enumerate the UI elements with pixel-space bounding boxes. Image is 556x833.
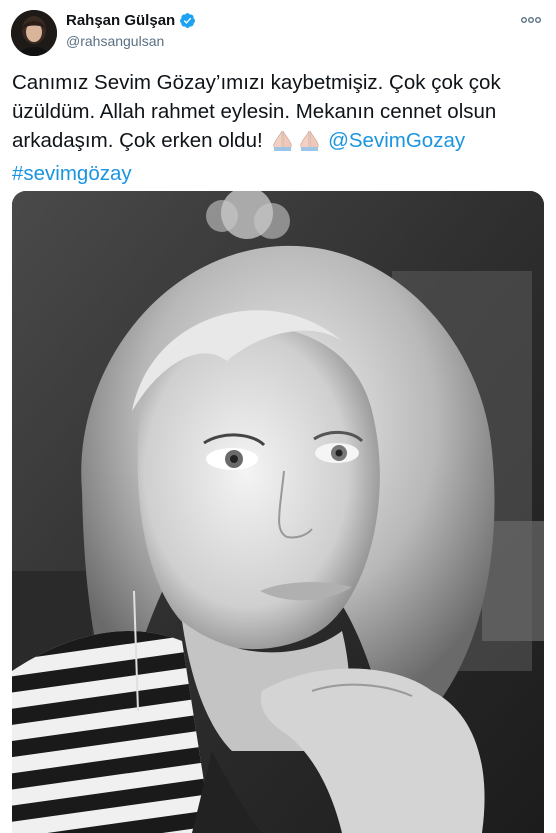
verified-badge-icon bbox=[180, 13, 196, 28]
author-display-name[interactable]: Rahşan Gülşan bbox=[66, 12, 175, 29]
author-avatar[interactable] bbox=[11, 10, 57, 56]
tweet-photo[interactable] bbox=[12, 191, 544, 833]
tweet-header: Rahşan Gülşan @rahsangulsan bbox=[0, 0, 556, 62]
tweet-text: Canımız Sevim Gözay’ımızı kaybetmişiz. Ç… bbox=[12, 68, 542, 188]
mention-link[interactable]: @SevimGozay bbox=[328, 129, 465, 152]
author-handle[interactable]: @rahsangulsan bbox=[66, 33, 164, 49]
folded-hands-emoji-icon bbox=[270, 129, 322, 159]
hashtag-link[interactable]: #sevimgözay bbox=[12, 162, 132, 185]
more-options-icon[interactable] bbox=[518, 10, 544, 30]
author-name-row: Rahşan Gülşan bbox=[66, 12, 196, 29]
